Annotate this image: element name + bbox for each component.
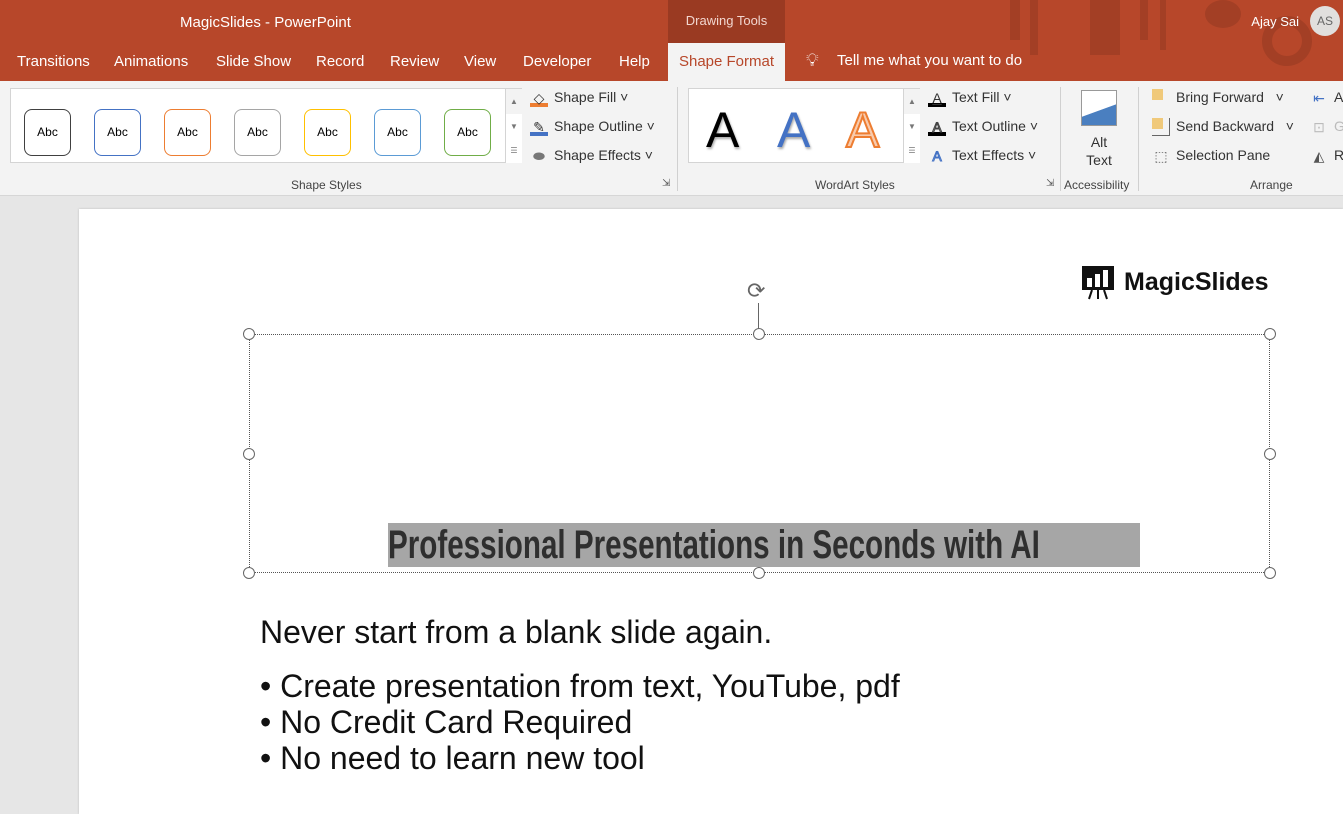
align-button[interactable]: ⇤ A <box>1310 89 1343 107</box>
shape-outline-button[interactable]: ✎ Shape Outline ˅ <box>530 118 655 137</box>
shape-style-1[interactable]: Abc <box>24 109 71 156</box>
dialog-launcher-icon[interactable]: ⇲ <box>1046 178 1054 189</box>
wordart-scroll-down[interactable]: ▼ <box>903 114 920 139</box>
tab-slide-show[interactable]: Slide Show <box>216 53 291 70</box>
shape-effects-icon: ⬬ <box>533 148 545 165</box>
resize-handle-sw[interactable] <box>243 567 255 579</box>
group-label-arrange: Arrange <box>1250 178 1293 192</box>
bring-forward-button[interactable]: Bring Forward ˅ <box>1152 89 1284 108</box>
shape-style-5[interactable]: Abc <box>304 109 351 156</box>
gallery-more[interactable]: ☰ <box>505 139 522 163</box>
tab-shape-format[interactable]: Shape Format <box>668 43 785 81</box>
shape-styles-gallery: Abc Abc Abc Abc Abc Abc Abc ▲ ▼ ☰ <box>10 88 522 163</box>
text-outline-button[interactable]: A Text Outline ˅ <box>928 118 1038 137</box>
group-button[interactable]: ⊡ G <box>1310 118 1343 136</box>
tab-review[interactable]: Review <box>390 53 439 70</box>
tab-view[interactable]: View <box>464 53 496 70</box>
group-label-accessibility: Accessibility <box>1064 178 1130 192</box>
tab-animations[interactable]: Animations <box>114 53 188 70</box>
gallery-scroll-down[interactable]: ▼ <box>505 114 522 139</box>
divider <box>677 87 678 191</box>
resize-handle-n[interactable] <box>753 328 765 340</box>
group-label-shape-styles: Shape Styles <box>291 178 362 192</box>
selection-pane-button[interactable]: ⬚ Selection Pane <box>1152 147 1270 165</box>
slide-subtitle[interactable]: Never start from a blank slide again. <box>260 614 772 651</box>
shape-style-4[interactable]: Abc <box>234 109 281 156</box>
resize-handle-nw[interactable] <box>243 328 255 340</box>
lightbulb-icon: 💡︎ <box>806 50 819 70</box>
divider <box>1060 87 1061 191</box>
send-backward-button[interactable]: Send Backward ˅ <box>1152 118 1294 137</box>
shape-effects-button[interactable]: ⬬ Shape Effects ˅ <box>530 147 653 165</box>
ribbon: Abc Abc Abc Abc Abc Abc Abc ▲ ▼ ☰ ◇ Shape… <box>0 81 1343 196</box>
tab-record[interactable]: Record <box>316 53 364 70</box>
text-fill-button[interactable]: A Text Fill ˅ <box>928 89 1012 108</box>
pencil-icon: ✎ <box>530 118 548 137</box>
resize-handle-s[interactable] <box>753 567 765 579</box>
drawing-tools-label: Drawing Tools <box>668 0 785 43</box>
wordart-style-2[interactable]: A <box>777 101 810 159</box>
magicslides-logo-icon <box>1082 266 1114 300</box>
magicslides-logo-text: MagicSlides <box>1124 268 1269 296</box>
wordart-gallery: A A A ▲ ▼ ☰ <box>688 88 920 163</box>
resize-handle-se[interactable] <box>1264 567 1276 579</box>
text-fill-icon: A <box>928 89 946 108</box>
resize-handle-ne[interactable] <box>1264 328 1276 340</box>
align-icon: ⇤ <box>1313 90 1325 107</box>
alt-text-icon <box>1081 90 1117 126</box>
send-backward-icon <box>1152 118 1170 137</box>
alt-text-button[interactable]: Alt Text <box>1065 87 1133 175</box>
bullet-item[interactable]: • No need to learn new tool <box>260 740 645 777</box>
bullet-item[interactable]: • No Credit Card Required <box>260 704 632 741</box>
tab-developer[interactable]: Developer <box>523 53 591 70</box>
selection-pane-icon: ⬚ <box>1154 148 1168 165</box>
avatar[interactable]: AS <box>1310 6 1340 36</box>
bullet-item[interactable]: • Create presentation from text, YouTube… <box>260 668 900 705</box>
title-bar: MagicSlides - PowerPoint Drawing Tools A… <box>0 0 1343 81</box>
shape-style-2[interactable]: Abc <box>94 109 141 156</box>
text-effects-icon: A <box>932 148 942 165</box>
window-title: MagicSlides - PowerPoint <box>180 14 351 31</box>
group-label-wordart-styles: WordArt Styles <box>815 178 895 192</box>
dialog-launcher-icon[interactable]: ⇲ <box>662 178 670 189</box>
tell-me-search[interactable]: Tell me what you want to do <box>837 52 1022 69</box>
paint-bucket-icon: ◇ <box>530 89 548 108</box>
rotate-handle-icon[interactable]: ⟳ <box>747 279 765 303</box>
wordart-more[interactable]: ☰ <box>903 139 920 163</box>
tab-help[interactable]: Help <box>619 53 650 70</box>
user-name[interactable]: Ajay Sai <box>1251 14 1299 29</box>
divider <box>1138 87 1139 191</box>
text-outline-icon: A <box>928 118 946 137</box>
shape-fill-button[interactable]: ◇ Shape Fill ˅ <box>530 89 628 108</box>
rotate-button[interactable]: ◭ R <box>1310 147 1343 165</box>
wordart-scroll-up[interactable]: ▲ <box>903 89 920 114</box>
group-icon: ⊡ <box>1313 119 1325 136</box>
resize-handle-w[interactable] <box>243 448 255 460</box>
rotate-icon: ◭ <box>1313 148 1325 165</box>
wordart-style-3[interactable]: A <box>845 101 880 159</box>
bring-forward-icon <box>1152 89 1170 108</box>
wordart-style-1[interactable]: A <box>706 101 739 159</box>
shape-style-3[interactable]: Abc <box>164 109 211 156</box>
tab-transitions[interactable]: Transitions <box>17 53 90 70</box>
gallery-scroll-up[interactable]: ▲ <box>505 89 522 114</box>
shape-style-6[interactable]: Abc <box>374 109 421 156</box>
shape-style-7[interactable]: Abc <box>444 109 491 156</box>
text-effects-button[interactable]: A Text Effects ˅ <box>928 147 1036 165</box>
slide-title[interactable]: Professional Presentations in Seconds wi… <box>388 523 1140 567</box>
resize-handle-e[interactable] <box>1264 448 1276 460</box>
